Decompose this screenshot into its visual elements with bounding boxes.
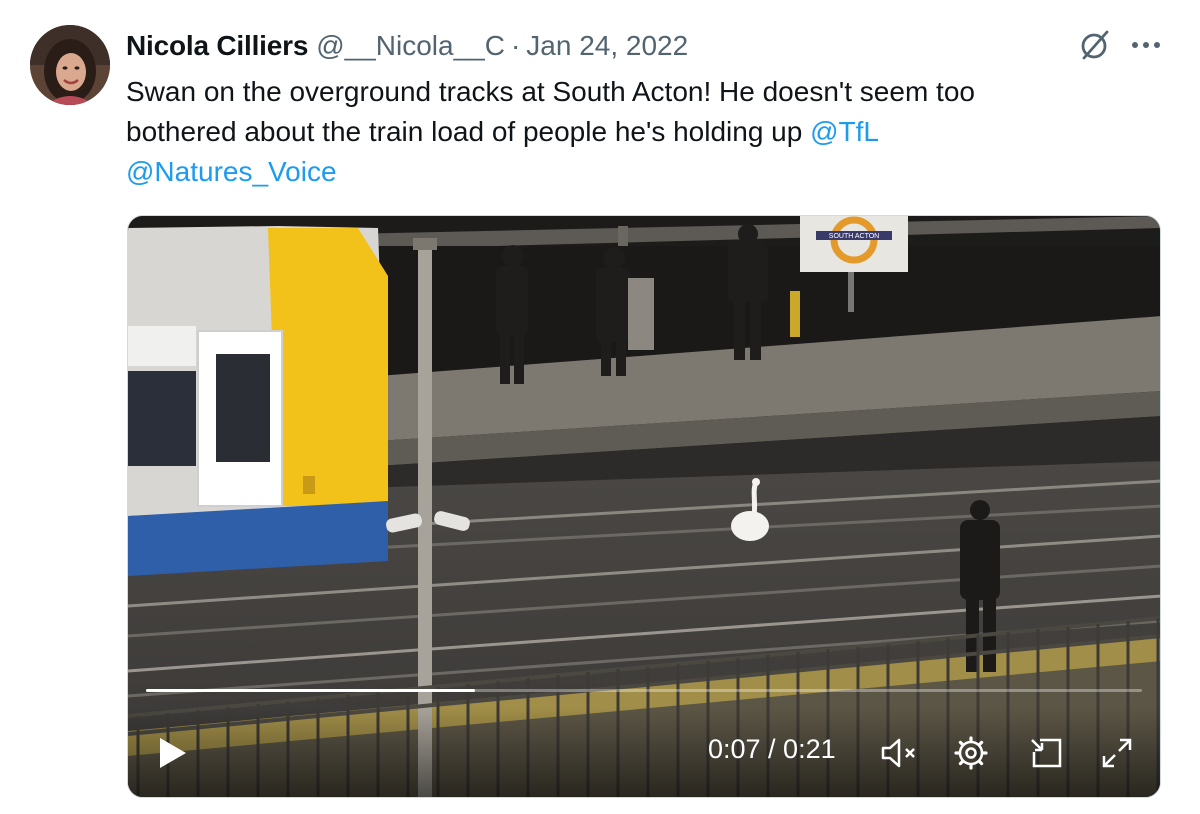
mute-icon[interactable] xyxy=(880,736,922,775)
video-controls-overlay xyxy=(128,707,1160,797)
video-progress-fill xyxy=(146,689,475,692)
fullscreen-icon[interactable] xyxy=(1100,736,1134,775)
tweet-actions-top xyxy=(1078,28,1162,62)
tweet-text-line-2-body: bothered about the train load of people … xyxy=(126,116,811,147)
tweet-text-line-2: bothered about the train load of people … xyxy=(126,112,1126,152)
author-handle[interactable]: @__Nicola__C xyxy=(316,30,505,62)
more-icon[interactable] xyxy=(1130,39,1162,51)
tweet-text: Swan on the overground tracks at South A… xyxy=(126,72,1126,192)
grok-icon[interactable] xyxy=(1078,28,1112,62)
settings-icon[interactable] xyxy=(954,736,988,775)
tweet-text-line-1: Swan on the overground tracks at South A… xyxy=(126,76,975,107)
mention-tfl-link[interactable]: @TfL xyxy=(810,116,879,147)
author-name[interactable]: Nicola Cilliers xyxy=(126,30,308,62)
header-separator: · xyxy=(510,30,521,61)
play-icon[interactable] xyxy=(158,736,188,775)
tweet-date[interactable]: Jan 24, 2022 xyxy=(526,30,688,62)
video-time: 0:07 / 0:21 xyxy=(708,734,836,764)
tweet-header: Nicola Cilliers @__Nicola__C · Jan 24, 2… xyxy=(126,28,688,64)
pip-icon[interactable] xyxy=(1028,736,1064,775)
avatar[interactable] xyxy=(30,25,110,105)
mention-natures-voice-link[interactable]: @Natures_Voice xyxy=(126,156,337,187)
station-sign-text: SOUTH ACTON xyxy=(829,233,879,240)
video-player[interactable]: SOUTH ACTON 0:07 / 0:21 xyxy=(127,215,1161,798)
tweet-text-line-3: @Natures_Voice xyxy=(126,152,1126,192)
